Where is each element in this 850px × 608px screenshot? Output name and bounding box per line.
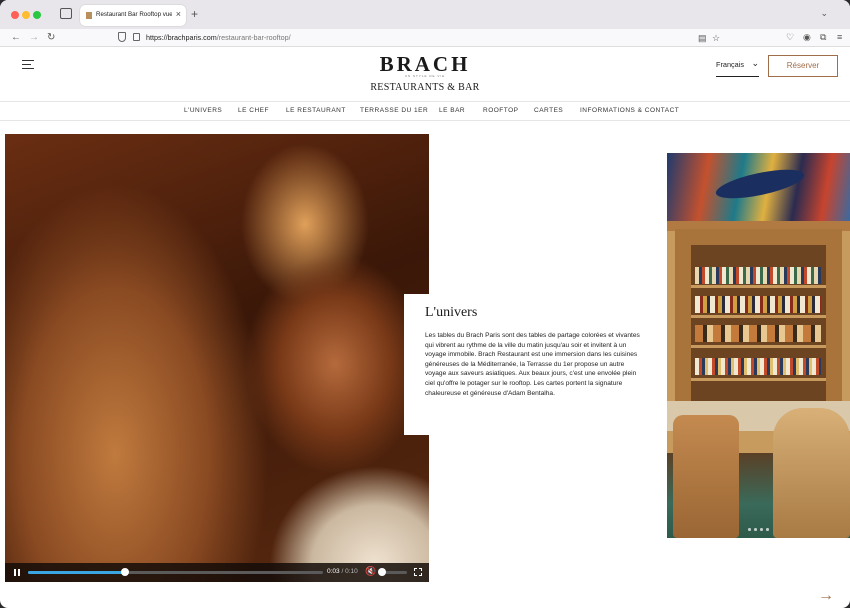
lock-icon[interactable] — [133, 33, 140, 41]
shelf — [691, 315, 826, 318]
books-row — [695, 296, 821, 313]
nav-item-informations[interactable]: INFORMATIONS & CONTACT — [580, 107, 679, 114]
account-icon[interactable]: ◉ — [803, 32, 811, 43]
tracking-shield-icon[interactable] — [118, 32, 126, 42]
carousel-dot[interactable] — [766, 528, 769, 531]
carousel-dots — [748, 528, 788, 532]
fullscreen-icon[interactable] — [414, 568, 422, 576]
forward-arrow-icon[interactable]: → — [29, 32, 39, 43]
books-row — [695, 358, 821, 375]
reload-icon[interactable]: ↻ — [47, 32, 55, 43]
bookmark-star-icon[interactable]: ☆ — [712, 33, 720, 44]
books-row — [695, 267, 821, 284]
video-time: 0:03 / 0:10 — [327, 568, 358, 575]
extensions-icon[interactable]: ⧉ — [820, 32, 826, 43]
browser-toolbar: ← → ↻ https://brachparis.com/restaurant-… — [0, 29, 850, 47]
volume-slider[interactable] — [377, 568, 407, 576]
zoom-window-button[interactable] — [33, 11, 41, 19]
favicon-icon — [86, 12, 92, 19]
nav-item-chef[interactable]: LE CHEF — [238, 107, 269, 114]
site-header: BRACH UN STYLE DE VIE RESTAURANTS & BAR … — [0, 47, 850, 101]
pocket-icon[interactable]: ♡ — [786, 32, 794, 43]
app-menu-icon[interactable]: ≡ — [837, 32, 842, 42]
univers-text-card: L'univers Les tables du Brach Paris sont… — [404, 294, 654, 435]
carousel-dot[interactable] — [760, 528, 763, 531]
close-window-button[interactable] — [11, 11, 19, 19]
chevron-down-icon: ⌄ — [751, 58, 759, 68]
carousel-dot[interactable] — [748, 528, 751, 531]
volume-handle[interactable] — [377, 568, 386, 576]
minimize-window-button[interactable] — [22, 11, 30, 19]
tab-overview-icon[interactable] — [60, 8, 72, 19]
nav-item-univers[interactable]: L'UNIVERS — [184, 107, 222, 114]
main-navigation: L'UNIVERS LE CHEF LE RESTAURANT TERRASSE… — [0, 101, 850, 121]
nav-item-terrasse[interactable]: TERRASSE DU 1ER — [360, 107, 428, 114]
chair-right — [773, 408, 850, 538]
shelf — [691, 378, 826, 381]
reader-view-icon[interactable]: ▤ — [698, 33, 707, 44]
nav-item-cartes[interactable]: CARTES — [534, 107, 563, 114]
nav-item-bar[interactable]: LE BAR — [439, 107, 465, 114]
tab-title: Restaurant Bar Rooftop vue 360 — [96, 11, 172, 18]
video-progress-bar[interactable] — [28, 568, 323, 576]
new-tab-button[interactable]: + — [191, 7, 198, 21]
decor-row — [695, 325, 821, 342]
address-bar[interactable]: https://brachparis.com/restaurant-bar-ro… — [112, 30, 732, 46]
video-controls: 0:03 / 0:10 🔇 — [5, 563, 429, 582]
video-scrubber-handle[interactable] — [121, 568, 130, 576]
tab-bar: Restaurant Bar Rooftop vue 360 × + ⌄ — [0, 0, 850, 29]
next-arrow-icon[interactable]: → — [818, 587, 834, 605]
url-text[interactable]: https://brachparis.com/restaurant-bar-ro… — [146, 33, 291, 42]
pause-icon[interactable] — [14, 569, 20, 576]
chair-left — [673, 415, 739, 538]
hero-video[interactable] — [5, 134, 429, 582]
browser-window: Restaurant Bar Rooftop vue 360 × + ⌄ ← →… — [0, 0, 850, 608]
section-body: Les tables du Brach Paris sont des table… — [425, 332, 640, 397]
reserve-button[interactable]: Réserver — [768, 55, 838, 77]
language-select[interactable]: Français ⌄ — [716, 58, 759, 77]
shelf — [691, 285, 826, 288]
volume-muted-icon[interactable]: 🔇 — [365, 566, 376, 577]
nav-item-rooftop[interactable]: ROOFTOP — [483, 107, 519, 114]
shelf — [691, 345, 826, 348]
language-label: Français — [716, 60, 744, 69]
carousel-dot[interactable] — [754, 528, 757, 531]
browser-tab-active[interactable]: Restaurant Bar Rooftop vue 360 × — [80, 5, 186, 26]
video-progress-fill — [28, 571, 126, 574]
brand-subtitle: RESTAURANTS & BAR — [370, 82, 480, 93]
back-arrow-icon[interactable]: ← — [11, 32, 21, 43]
restaurant-photo[interactable] — [667, 153, 850, 538]
nav-item-restaurant[interactable]: LE RESTAURANT — [286, 107, 346, 114]
tab-close-icon[interactable]: × — [176, 9, 181, 19]
tab-list-chevron-icon[interactable]: ⌄ — [820, 8, 828, 19]
section-title: L'univers — [425, 305, 478, 320]
